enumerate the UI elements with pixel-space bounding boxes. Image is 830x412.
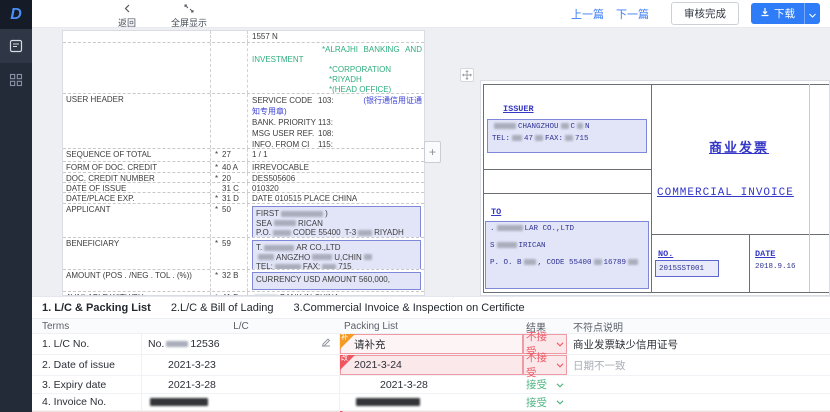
app-root: D 返回 全屏显示 上一篇 下一篇 审核完成 <box>0 0 830 412</box>
amount-highlight[interactable]: CURRENCY USD AMOUNT 560,000, <box>252 272 421 290</box>
invoice-no-label: NO. <box>658 249 673 259</box>
table-row: 4. Invoice No. 接受 <box>32 394 830 411</box>
field-name: USER HEADER <box>63 94 211 148</box>
packing-list-cell[interactable]: 补 请补充 <box>340 334 523 354</box>
zoom-in-button[interactable]: + <box>424 141 441 163</box>
packing-list-cell[interactable]: 2021-3-28 <box>340 376 523 393</box>
result-select[interactable]: 接受 <box>523 394 567 410</box>
review-complete-button[interactable]: 审核完成 <box>671 2 739 25</box>
note-cell[interactable]: 日期不一致 <box>567 355 830 375</box>
app-logo: D <box>0 0 32 29</box>
download-split-button: 下载 <box>751 3 820 24</box>
table-row: 2. Date of issue 2021-3-23 改 2021-3-24 不… <box>32 355 830 376</box>
applicant-highlight[interactable]: FIRST) SEARICAN P.O.CODE 55400T-3RIYADH <box>252 206 421 238</box>
caret-down-icon <box>809 5 816 23</box>
grid-icon <box>9 73 23 87</box>
lc-value-cell[interactable] <box>142 394 340 410</box>
download-options-button[interactable] <box>804 3 820 24</box>
document-viewer: 1557 N *ALRAJHI BANKING AND INVESTMENT *… <box>32 28 830 296</box>
chevron-left-icon <box>123 0 132 18</box>
col-terms: Terms <box>32 319 142 333</box>
tab-lc-packing-list[interactable]: 1. L/C & Packing List <box>42 302 151 314</box>
note-cell[interactable] <box>567 376 830 393</box>
col-lc: L/C <box>142 319 340 333</box>
sidebar-item-apps[interactable] <box>0 63 32 97</box>
user-header-values: SERVICE CODE103: (银行通信用证通 知专用章) BANK. PR… <box>247 94 424 148</box>
move-handle-icon[interactable] <box>460 68 474 82</box>
note-cell[interactable]: 商业发票缺少信用证号 <box>567 334 830 354</box>
table-row: 1. L/C No. No.12536 补 请补充 不接受 商业发票缺少信用证号 <box>32 334 830 355</box>
edit-icon[interactable] <box>321 338 331 351</box>
tab-lc-bill-of-lading[interactable]: 2.L/C & Bill of Lading <box>171 302 274 314</box>
comparison-panel: 1. L/C & Packing List 2.L/C & Bill of La… <box>32 296 830 412</box>
download-icon <box>760 7 770 20</box>
lc-value-cell[interactable]: No.12536 <box>142 334 340 354</box>
prev-doc-link[interactable]: 上一篇 <box>571 6 604 22</box>
commercial-invoice-document[interactable]: ISSUER CHANGZHOUCN TEL:47FAX:715 商业发票 CO… <box>480 80 830 296</box>
receiving-bank-block: *ALRAJHI BANKING AND INVESTMENT *CORPORA… <box>247 43 424 93</box>
fullscreen-button[interactable]: 全屏显示 <box>166 0 212 28</box>
next-doc-link[interactable]: 下一篇 <box>616 6 649 22</box>
chevron-down-icon <box>556 379 564 391</box>
chevron-down-icon <box>556 338 564 350</box>
invoice-date-value: 2018.9.16 <box>755 263 796 271</box>
table-header: Terms L/C Packing List 结果 不符点说明 <box>32 319 830 334</box>
lc-value-cell[interactable]: 2021-3-23 <box>142 355 340 375</box>
to-label: TO <box>491 207 501 217</box>
invoice-title-en: COMMERCIAL INVOICE <box>657 187 794 199</box>
invoice-no-highlight[interactable]: 2015SST001 <box>655 260 719 277</box>
topbar: 返回 全屏显示 上一篇 下一篇 审核完成 下载 <box>32 0 830 28</box>
swift-ref-line: 1557 N <box>247 31 424 42</box>
beneficiary-highlight[interactable]: T.AR CO.,LTD ANGZHOU,CHIN TEL:FAX:715 <box>252 240 421 270</box>
col-packing-list: Packing List <box>340 319 523 333</box>
result-select[interactable]: 接受 <box>523 376 567 393</box>
sidebar-item-documents[interactable] <box>0 29 32 63</box>
invoice-title-cn: 商业发票 <box>709 137 769 156</box>
tab-invoice-inspection[interactable]: 3.Commercial Invoice & Inspection on Cer… <box>294 302 525 314</box>
col-note: 不符点说明 <box>567 319 830 333</box>
lc-value-cell[interactable]: 2021-3-28 <box>142 376 340 393</box>
table-row: 3. Expiry date 2021-3-28 2021-3-28 接受 <box>32 376 830 394</box>
document-icon <box>9 39 23 53</box>
issuer-label: ISSUER <box>503 104 534 114</box>
issuer-highlight[interactable]: CHANGZHOUCN TEL:47FAX:715 <box>487 119 647 153</box>
back-button[interactable]: 返回 <box>110 0 144 28</box>
note-cell[interactable] <box>567 394 830 410</box>
expand-icon <box>184 0 194 18</box>
packing-list-cell[interactable] <box>340 394 523 410</box>
invoice-date-label: DATE <box>755 249 775 259</box>
to-highlight[interactable]: .LAR CO.,LTD SIRICAN P. O. B, CODE 55400… <box>485 221 649 289</box>
result-select[interactable]: 不接受 <box>523 355 567 375</box>
comparison-tabs: 1. L/C & Packing List 2.L/C & Bill of La… <box>32 297 830 319</box>
packing-list-cell[interactable]: 改 2021-3-24 <box>340 355 523 375</box>
chevron-down-icon <box>556 359 564 371</box>
chevron-down-icon <box>556 396 564 408</box>
download-button[interactable]: 下载 <box>751 3 804 24</box>
sidebar: D <box>0 0 32 412</box>
lc-swift-document[interactable]: 1557 N *ALRAJHI BANKING AND INVESTMENT *… <box>62 30 425 296</box>
